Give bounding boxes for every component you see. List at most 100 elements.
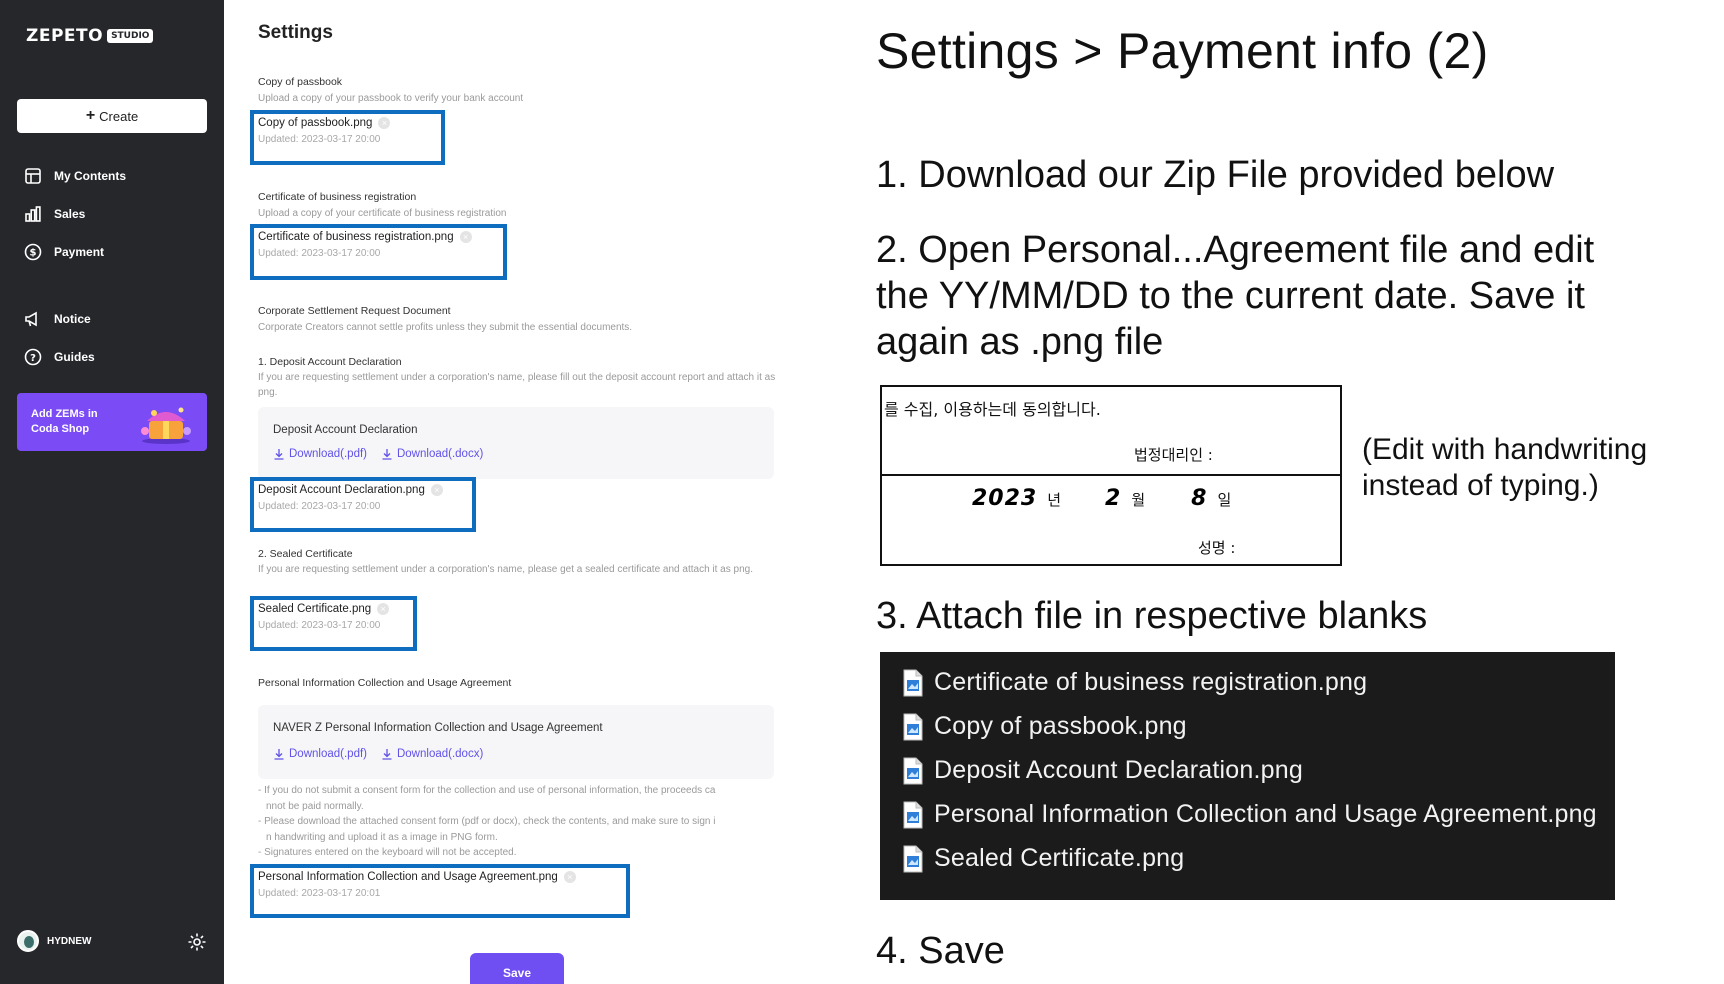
download-pdf-link[interactable]: Download(.pdf) <box>273 448 367 460</box>
sidebar: ZEPETO STUDIO + Create My Contents Sales… <box>0 0 224 984</box>
gear-icon[interactable] <box>187 932 207 952</box>
file-item-label: Sealed Certificate.png <box>934 844 1185 872</box>
corporate-label: Corporate Settlement Request Document <box>258 305 451 317</box>
bar-chart-icon <box>25 206 41 222</box>
note-line: - If you do not submit a consent form fo… <box>258 785 716 796</box>
remove-file-icon[interactable]: × <box>430 484 443 496</box>
settings-panel: Settings Copy of passbook Upload a copy … <box>224 0 784 984</box>
business-file[interactable]: Certificate of business registration.png… <box>250 224 507 280</box>
promo-text: Add ZEMs in Coda Shop <box>31 408 98 435</box>
file-explorer-list: Certificate of business registration.png… <box>880 652 1615 900</box>
avatar <box>17 930 39 952</box>
download-icon <box>382 749 392 760</box>
download-pdf-label: Download(.pdf) <box>289 448 367 460</box>
sidebar-item-my-contents[interactable]: My Contents <box>24 167 126 185</box>
sidebar-item-guides[interactable]: ? Guides <box>24 348 95 366</box>
sidebar-item-label: My Contents <box>54 169 126 183</box>
remove-file-icon[interactable]: × <box>377 603 390 615</box>
download-pdf-link[interactable]: Download(.pdf) <box>273 748 367 760</box>
remove-file-icon[interactable]: × <box>459 231 472 243</box>
representative-label: 법정대리인 : <box>1134 446 1213 464</box>
file-item[interactable]: Sealed Certificate.png <box>902 844 1184 873</box>
file-item[interactable]: Deposit Account Declaration.png <box>902 756 1303 785</box>
coda-shop-promo-banner[interactable]: Add ZEMs in Coda Shop <box>17 393 207 451</box>
note-line: nnot be paid normally. <box>266 800 364 812</box>
sidebar-item-label: Sales <box>54 207 86 221</box>
png-file-icon <box>903 757 923 784</box>
note-line: - Please download the attached consent f… <box>258 816 716 827</box>
username: HYDNEW <box>47 935 92 947</box>
logo-tag: STUDIO <box>107 29 154 43</box>
remove-file-icon[interactable]: × <box>378 117 391 129</box>
corporate-desc: Corporate Creators cannot settle profits… <box>258 322 633 333</box>
file-name: Personal Information Collection and Usag… <box>258 871 558 883</box>
file-updated: Updated: 2023-03-17 20:00 <box>258 134 381 145</box>
svg-text:$: $ <box>30 248 37 259</box>
megaphone-icon <box>25 311 37 327</box>
save-button[interactable]: Save <box>470 953 564 984</box>
create-label: Create <box>99 108 139 124</box>
file-updated: Updated: 2023-03-17 20:01 <box>258 888 381 899</box>
user-profile[interactable]: HYDNEW <box>17 930 91 952</box>
layout-icon <box>25 168 41 184</box>
file-name: Deposit Account Declaration.png <box>258 484 425 496</box>
download-docx-label: Download(.docx) <box>396 748 484 760</box>
sealed-label: 2. Sealed Certificate <box>258 548 353 560</box>
png-file-icon <box>903 713 923 740</box>
sidebar-item-notice[interactable]: Notice <box>24 310 91 328</box>
personal-label: Personal Information Collection and Usag… <box>258 677 512 689</box>
business-desc: Upload a copy of your certificate of bus… <box>258 208 507 219</box>
file-item-label: Personal Information Collection and Usag… <box>934 800 1597 828</box>
file-name: Copy of passbook.png <box>258 117 373 129</box>
sidebar-item-label: Notice <box>54 312 91 326</box>
deposit-file[interactable]: Deposit Account Declaration.png × Updated… <box>250 477 476 532</box>
file-updated: Updated: 2023-03-17 20:00 <box>258 620 381 631</box>
file-item[interactable]: Certificate of business registration.png <box>902 668 1367 697</box>
plus-icon: + <box>85 107 96 124</box>
download-icon <box>274 749 284 760</box>
passbook-file[interactable]: Copy of passbook.png × Updated: 2023-03-1… <box>250 110 445 165</box>
create-button[interactable]: + Create <box>17 99 207 133</box>
file-item-label: Copy of passbook.png <box>934 712 1187 740</box>
sidebar-item-label: Payment <box>54 245 105 259</box>
note-line: - Signatures entered on the keyboard wil… <box>258 847 517 858</box>
file-item[interactable]: Personal Information Collection and Usag… <box>902 800 1597 829</box>
handwritten-day: 8 <box>1191 486 1208 511</box>
download-docx-link[interactable]: Download(.docx) <box>381 748 483 760</box>
download-docx-link[interactable]: Download(.docx) <box>381 448 483 460</box>
name-label: 성명 : <box>1198 539 1236 557</box>
note-line: n handwriting and upload it as a image i… <box>266 831 498 843</box>
svg-text:?: ? <box>30 353 36 364</box>
sidebar-item-sales[interactable]: Sales <box>24 205 85 223</box>
download-icon <box>274 449 284 460</box>
zepeto-studio-logo[interactable]: ZEPETO STUDIO <box>26 26 154 46</box>
personal-file[interactable]: Personal Information Collection and Usag… <box>250 864 630 918</box>
passbook-desc: Upload a copy of your passbook to verify… <box>258 93 524 104</box>
consent-form-excerpt: 를 수집, 이용하는데 동의합니다. 법정대리인 : 2023 년 2 월 8 … <box>880 385 1342 566</box>
deposit-label: 1. Deposit Account Declaration <box>258 356 402 368</box>
logo-word: ZEPETO <box>26 26 104 46</box>
file-updated: Updated: 2023-03-17 20:00 <box>258 248 381 259</box>
year-unit: 년 <box>1047 491 1062 509</box>
edit-note: (Edit with handwriting instead of typing… <box>1362 433 1648 502</box>
deposit-download-card: Deposit Account Declaration Download(.pd… <box>258 407 774 479</box>
handwritten-year: 2023 <box>972 486 1038 511</box>
step-3: 3. Attach file in respective blanks <box>876 595 1428 637</box>
question-circle-icon: ? <box>24 348 42 366</box>
download-icon <box>382 449 392 460</box>
day-unit: 일 <box>1217 491 1232 509</box>
sidebar-item-payment[interactable]: $ Payment <box>24 243 104 261</box>
download-pdf-label: Download(.pdf) <box>289 748 367 760</box>
handwritten-date: 2023 년 2 월 8 일 <box>972 486 1231 511</box>
business-label: Certificate of business registration <box>258 191 417 203</box>
step-1: 1. Download our Zip File provided below <box>876 154 1555 196</box>
png-file-icon <box>903 845 923 872</box>
file-item[interactable]: Copy of passbook.png <box>902 712 1187 741</box>
file-item-label: Deposit Account Declaration.png <box>934 756 1303 784</box>
step-2: 2. Open Personal...Agreement file and ed… <box>876 229 1595 363</box>
personal-card-title: NAVER Z Personal Information Collection … <box>273 722 603 734</box>
sealed-file[interactable]: Sealed Certificate.png × Updated: 2023-03… <box>250 596 417 651</box>
step-4: 4. Save <box>876 930 1005 972</box>
remove-file-icon[interactable]: × <box>563 871 576 883</box>
download-docx-label: Download(.docx) <box>396 448 484 460</box>
